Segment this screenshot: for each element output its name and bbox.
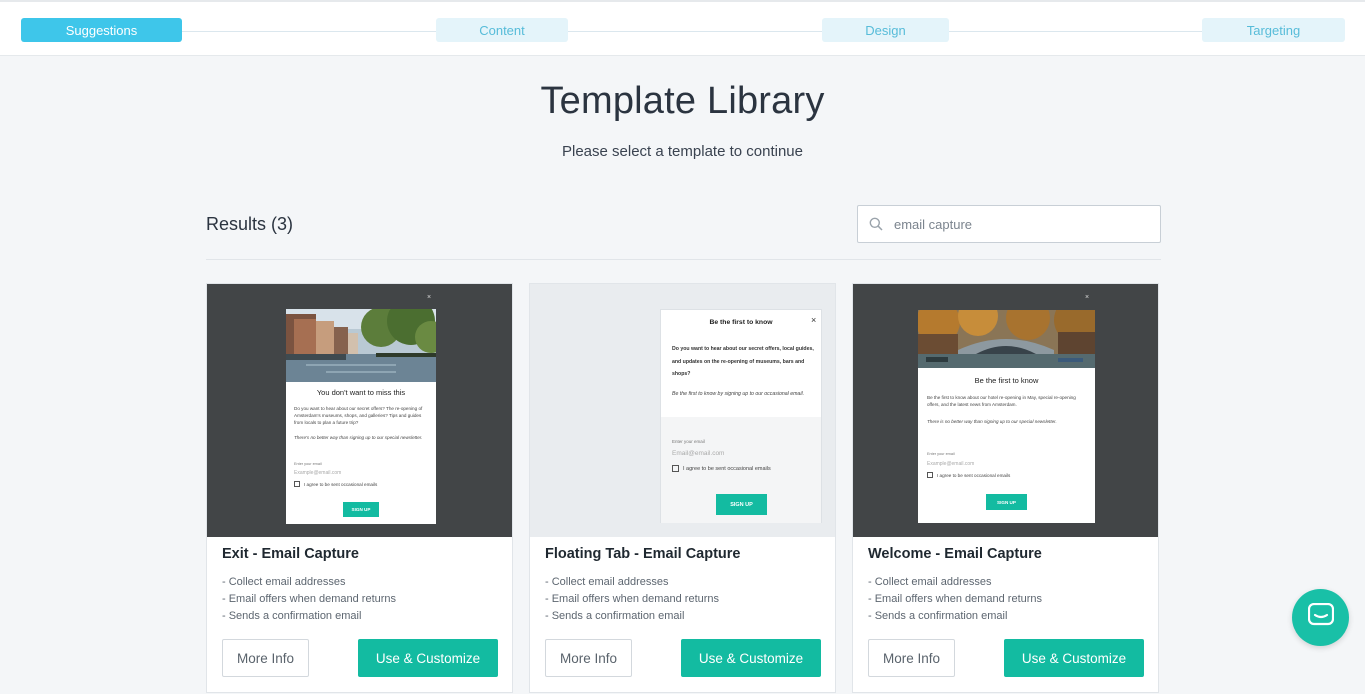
preview-checkbox: I agree to be sent occasional emails xyxy=(927,472,1010,478)
card-features: - Collect email addresses - Email offers… xyxy=(545,574,719,625)
more-info-button[interactable]: More Info xyxy=(222,639,309,677)
preview-close-icon: × xyxy=(427,294,432,301)
popup-preview: You don't want to miss this Do you want … xyxy=(286,309,436,524)
search-icon xyxy=(858,217,894,231)
feature-item: - Sends a confirmation email xyxy=(868,610,1008,622)
template-preview[interactable]: × You don't want to miss this Do you wan… xyxy=(207,284,512,537)
card-features: - Collect email addresses - Email offers… xyxy=(222,574,396,625)
step-content[interactable]: Content xyxy=(436,18,568,42)
template-card-welcome[interactable]: × Be the first to know Be the first to k… xyxy=(852,283,1159,693)
step-connector xyxy=(568,31,822,32)
preview-email-label: Enter your email xyxy=(672,439,705,444)
preview-body: Do you want to hear about our secret off… xyxy=(294,406,423,425)
preview-signup-button: SIGN UP xyxy=(716,494,767,515)
preview-checkbox: I agree to be sent occasional emails xyxy=(672,465,771,472)
feature-item: - Collect email addresses xyxy=(222,576,346,588)
more-info-button[interactable]: More Info xyxy=(545,639,632,677)
preview-email-label: Enter your email xyxy=(294,462,322,466)
preview-headline: You don't want to miss this xyxy=(316,388,406,397)
feature-item: - Sends a confirmation email xyxy=(545,610,685,622)
preview-checkbox: I agree to be sent occasional emails xyxy=(294,481,377,487)
card-title: Exit - Email Capture xyxy=(222,546,359,562)
checkbox-icon xyxy=(294,481,300,487)
card-features: - Collect email addresses - Email offers… xyxy=(868,574,1042,625)
step-design[interactable]: Design xyxy=(822,18,949,42)
preview-signup-button: SIGN UP xyxy=(343,502,379,517)
preview-italic: There's no better way than signing up to… xyxy=(294,435,423,440)
feature-item: - Collect email addresses xyxy=(545,576,669,588)
step-suggestions[interactable]: Suggestions xyxy=(21,18,182,42)
feature-item: - Collect email addresses xyxy=(868,576,992,588)
preview-body: Be the first to know about our hotel re-… xyxy=(927,395,1076,407)
template-preview[interactable]: Be the first to know × Do you want to he… xyxy=(530,284,835,537)
search-input[interactable] xyxy=(894,216,1144,232)
template-preview[interactable]: × Be the first to know Be the first to k… xyxy=(853,284,1158,537)
step-connector xyxy=(949,31,1202,32)
feature-item: - Email offers when demand returns xyxy=(545,593,720,605)
template-card-floating-tab[interactable]: Be the first to know × Do you want to he… xyxy=(529,283,836,693)
step-connector xyxy=(182,31,436,32)
preview-signup-button: SIGN UP xyxy=(986,494,1027,510)
page-title: Template Library xyxy=(540,80,825,122)
divider xyxy=(206,259,1161,260)
more-info-button[interactable]: More Info xyxy=(868,639,955,677)
use-customize-button[interactable]: Use & Customize xyxy=(1004,639,1144,677)
popup-preview: Be the first to know Be the first to kno… xyxy=(918,310,1095,523)
page-subtitle: Please select a template to continue xyxy=(562,143,803,160)
step-targeting[interactable]: Targeting xyxy=(1202,18,1345,42)
preview-checkbox-label: I agree to be sent occasional emails xyxy=(937,472,1011,478)
preview-email-label: Enter your email xyxy=(927,452,955,456)
checkbox-icon xyxy=(672,465,679,472)
progress-stepper: Suggestions Content Design Targeting xyxy=(0,0,1365,56)
preview-headline: Be the first to know xyxy=(974,376,1039,385)
preview-checkbox-label: I agree to be sent occasional emails xyxy=(304,481,378,487)
preview-close-icon: × xyxy=(811,315,817,325)
results-count: Results (3) xyxy=(206,214,294,234)
amsterdam-bridge-photo xyxy=(918,310,1095,368)
use-customize-button[interactable]: Use & Customize xyxy=(681,639,821,677)
feature-item: - Sends a confirmation email xyxy=(222,610,362,622)
popup-preview: Be the first to know × Do you want to he… xyxy=(660,309,822,523)
checkbox-icon xyxy=(927,472,933,478)
preview-italic: Be the first to know by signing up to ou… xyxy=(672,391,805,397)
preview-email-field: Example@email.com xyxy=(927,461,975,467)
feature-item: - Email offers when demand returns xyxy=(222,593,397,605)
preview-checkbox-label: I agree to be sent occasional emails xyxy=(683,465,771,472)
template-card-exit[interactable]: × You don't want to miss this Do you wan… xyxy=(206,283,513,693)
chat-launcher-button[interactable] xyxy=(1292,589,1349,646)
preview-email-field: Example@email.com xyxy=(294,470,342,476)
search-box[interactable] xyxy=(857,205,1161,243)
preview-italic: There is no better way than signing up t… xyxy=(927,419,1057,424)
preview-email-field: Email@email.com xyxy=(672,450,725,457)
card-title: Floating Tab - Email Capture xyxy=(545,546,741,562)
amsterdam-canal-photo xyxy=(286,309,436,382)
card-title: Welcome - Email Capture xyxy=(868,546,1042,562)
feature-item: - Email offers when demand returns xyxy=(868,593,1043,605)
chat-icon xyxy=(1307,602,1334,632)
preview-headline: Be the first to know xyxy=(709,319,773,326)
use-customize-button[interactable]: Use & Customize xyxy=(358,639,498,677)
preview-body: Do you want to hear about our secret off… xyxy=(672,346,814,377)
preview-close-icon: × xyxy=(1085,294,1090,301)
